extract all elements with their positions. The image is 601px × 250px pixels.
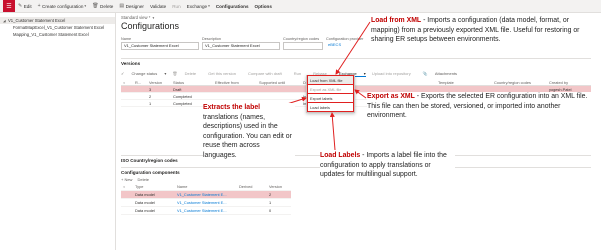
components-grid: ○ Type Name Derived Version Data model V… xyxy=(121,183,291,215)
check-column[interactable]: ○ xyxy=(121,183,133,190)
view-selector[interactable]: Standard view * ▾ xyxy=(121,15,154,20)
chevron-down-icon: ▾ xyxy=(152,16,155,20)
delete-icon: 🗑 xyxy=(92,3,99,9)
table-row[interactable]: Data model V1_Customer Statement E... 2 xyxy=(121,191,291,199)
configuration-provider-field: Configuration provider eBECS xyxy=(326,37,364,47)
change-status-button[interactable]: ✓ Change status ▾ xyxy=(121,71,166,76)
configurations-tree: ◢ V1_Customer Statement Excel FormatMapEx… xyxy=(0,13,116,250)
app-launcher-icon[interactable]: ☰ xyxy=(3,0,15,12)
designer-icon: ▤ xyxy=(119,3,125,9)
country-region-codes-field: Country/region codes xyxy=(283,37,323,50)
delete-component-button[interactable]: Delete xyxy=(137,177,149,182)
load-labels-highlight xyxy=(307,102,354,112)
action-pane: ☰ ✎ Edit + Create configuration ▾ 🗑 Delete ▤… xyxy=(0,0,601,13)
export-xml-callout: Export as XML - Exports the selected ER … xyxy=(367,92,597,121)
description-field: Description V1_Customer Statement Excel xyxy=(202,37,280,50)
paperclip-icon: 📎 xyxy=(422,71,429,76)
delete-version-button[interactable]: 🗑 Delete xyxy=(172,71,202,76)
edit-button[interactable]: ✎ Edit xyxy=(18,3,32,9)
check-column[interactable]: ○ xyxy=(121,79,133,85)
tab-options[interactable]: Options xyxy=(255,4,272,9)
delete-button[interactable]: 🗑 Delete xyxy=(92,3,113,9)
compare-with-draft-button[interactable]: Compare with draft xyxy=(248,71,288,76)
chevron-down-icon: ▾ xyxy=(208,4,210,8)
versions-toolbar: ✓ Change status ▾ 🗑 Delete Get this vers… xyxy=(121,69,591,78)
edit-icon: ✎ xyxy=(18,3,23,9)
get-this-version-button[interactable]: Get this version xyxy=(208,71,242,76)
delete-icon: 🗑 xyxy=(172,71,179,76)
extract-labels-callout: Extracts the label translations (names, … xyxy=(203,103,295,161)
tree-item[interactable]: Mapping_V1_Customer Statement Excel xyxy=(0,31,115,38)
load-labels-callout: Load Labels - Imports a label file into … xyxy=(320,151,455,180)
exchange-menu[interactable]: Exchange ▾ xyxy=(187,4,210,9)
chevron-down-icon: ▾ xyxy=(84,4,87,8)
page-title: Configurations xyxy=(121,21,180,31)
plus-icon: + xyxy=(37,3,41,9)
validate-button[interactable]: Validate xyxy=(150,4,166,9)
grid-header-row: ○ Type Name Derived Version xyxy=(121,183,291,191)
upload-into-repository-button[interactable]: Upload into repository xyxy=(372,71,417,76)
tab-configurations[interactable]: Configurations xyxy=(216,4,249,9)
new-component-button[interactable]: + New xyxy=(121,177,132,182)
versions-section-header[interactable]: Versions xyxy=(121,58,591,66)
table-row[interactable]: Data model V1_Customer Statement E... 0 xyxy=(121,207,291,215)
checkmark-icon: ✓ xyxy=(121,71,126,76)
table-row[interactable]: Data model V1_Customer Statement E... 1 xyxy=(121,199,291,207)
create-configuration-button[interactable]: + Create configuration ▾ xyxy=(38,3,87,9)
arrow-load-labels xyxy=(329,112,336,151)
load-xml-callout: Load from XML - Imports a configuration … xyxy=(371,16,599,45)
name-field: Name V1_Customer Statement Excel xyxy=(121,37,199,50)
tree-item[interactable]: ◢ V1_Customer Statement Excel xyxy=(0,17,115,24)
designer-button[interactable]: ▤ Designer xyxy=(119,3,144,9)
attachments-button[interactable]: 📎 Attachments xyxy=(423,71,463,76)
grid-header-row: ○ R... Version Status Effective from Sup… xyxy=(121,79,591,86)
run-button[interactable]: Run xyxy=(172,4,180,9)
tree-item[interactable]: FormatMapExcel_V1_Customer Statement Exc… xyxy=(0,24,115,31)
